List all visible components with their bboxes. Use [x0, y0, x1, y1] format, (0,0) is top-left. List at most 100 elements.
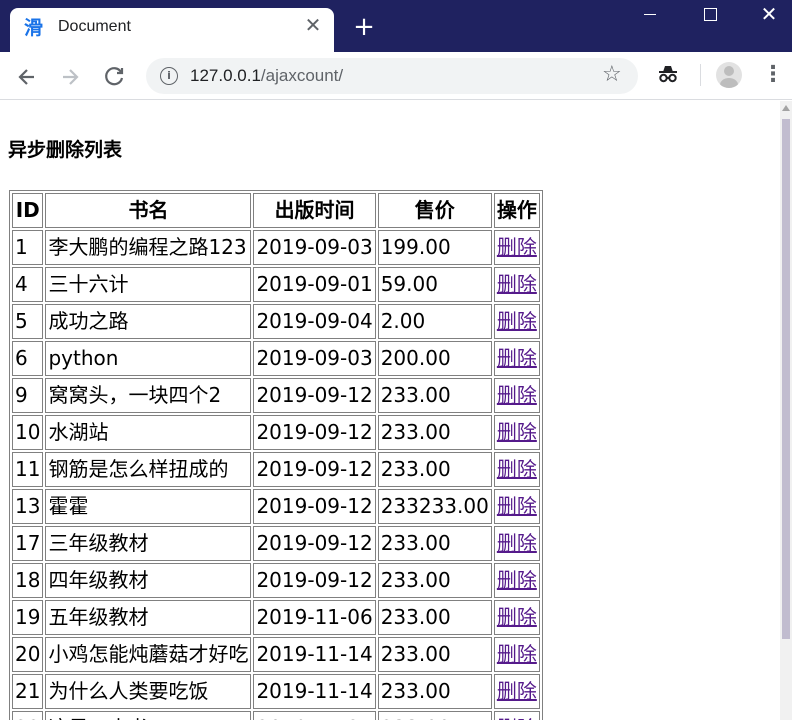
delete-link[interactable]: 删除 — [497, 494, 537, 518]
table-row: 11 钢筋是怎么样扭成的 2019-09-12 233.00 删除 — [12, 452, 540, 487]
cell-title: 水湖站 — [45, 415, 252, 450]
cell-date: 2019-09-12 — [253, 563, 376, 598]
cell-price: 233.00 — [377, 452, 492, 487]
tab-title: Document — [58, 18, 131, 35]
minimize-button[interactable] — [627, 0, 673, 30]
maximize-button[interactable] — [686, 0, 732, 30]
cell-price: 59.00 — [377, 267, 492, 302]
vertical-scrollbar[interactable] — [780, 101, 792, 720]
cell-action: 删除 — [493, 341, 540, 376]
delete-link[interactable]: 删除 — [497, 235, 537, 259]
cell-id: 20 — [12, 637, 44, 672]
table-row: 10 水湖站 2019-09-12 233.00 删除 — [12, 415, 540, 450]
cell-price: 233.00 — [377, 415, 492, 450]
cell-id: 4 — [12, 267, 44, 302]
cell-date: 2019-11-21 — [253, 711, 376, 720]
cell-price: 233.00 — [377, 378, 492, 413]
cell-date: 2019-09-12 — [253, 452, 376, 487]
cell-title: 李大鹏的编程之路123 — [45, 230, 252, 265]
incognito-icon[interactable] — [656, 62, 680, 86]
delete-link[interactable]: 删除 — [497, 346, 537, 370]
cell-date: 2019-11-06 — [253, 600, 376, 635]
delete-link[interactable]: 删除 — [497, 642, 537, 666]
cell-date: 2019-09-12 — [253, 378, 376, 413]
cell-action: 删除 — [493, 563, 540, 598]
back-button[interactable] — [12, 62, 42, 92]
cell-id: 11 — [12, 452, 44, 487]
window-close-button[interactable]: ✕ — [746, 0, 792, 30]
cell-title: python — [45, 341, 252, 376]
cell-action: 删除 — [493, 489, 540, 524]
url-host: 127.0.0.1 — [190, 66, 261, 85]
more-menu-icon[interactable]: ⋮ — [762, 64, 784, 86]
cell-price: 200.00 — [377, 341, 492, 376]
cell-id: 18 — [12, 563, 44, 598]
toolbar-separator — [700, 64, 701, 86]
cell-price: 233.00 — [377, 563, 492, 598]
cell-price: 233.00 — [377, 711, 492, 720]
site-info-icon[interactable]: i — [160, 67, 178, 85]
cell-id: 6 — [12, 341, 44, 376]
bookmark-star-icon[interactable]: ☆ — [602, 62, 622, 87]
cell-id: 22 — [12, 711, 44, 720]
browser-tab[interactable]: 滑 Document ✕ — [10, 8, 334, 52]
cell-date: 2019-09-01 — [253, 267, 376, 302]
cell-action: 删除 — [493, 304, 540, 339]
url-path: /ajaxcount/ — [260, 66, 344, 85]
cell-action: 删除 — [493, 711, 540, 720]
cell-title: 小鸡怎能炖蘑菇才好吃 — [45, 637, 252, 672]
cell-price: 233.00 — [377, 526, 492, 561]
address-bar[interactable]: i 127.0.0.1/ajaxcount/ ☆ — [146, 58, 638, 94]
delete-link[interactable]: 删除 — [497, 679, 537, 703]
table-row: 17 三年级教材 2019-09-12 233.00 删除 — [12, 526, 540, 561]
cell-action: 删除 — [493, 452, 540, 487]
cell-title: 这是一本书 — [45, 711, 252, 720]
forward-button[interactable] — [55, 62, 85, 92]
delete-link[interactable]: 删除 — [497, 457, 537, 481]
table-header-row: ID 书名 出版时间 售价 操作 — [12, 193, 540, 228]
cell-date: 2019-09-03 — [253, 341, 376, 376]
table-body: 1 李大鹏的编程之路123 2019-09-03 199.00 删除 4 三十六计 2019-… — [12, 230, 540, 720]
delete-link[interactable]: 删除 — [497, 420, 537, 444]
delete-link[interactable]: 删除 — [497, 309, 537, 333]
cell-id: 5 — [12, 304, 44, 339]
page-viewport: 异步删除列表 ID 书名 出版时间 售价 操作 1 李大鹏的编程之路123 2019… — [0, 101, 780, 720]
reload-button[interactable] — [99, 62, 129, 92]
tab-close-icon[interactable]: ✕ — [302, 14, 324, 36]
header-action: 操作 — [493, 193, 540, 228]
delete-link[interactable]: 删除 — [497, 531, 537, 555]
delete-link[interactable]: 删除 — [497, 272, 537, 296]
table-row: 4 三十六计 2019-09-01 59.00 删除 — [12, 267, 540, 302]
reload-icon — [105, 67, 124, 86]
cell-id: 17 — [12, 526, 44, 561]
profile-avatar[interactable] — [716, 62, 742, 88]
scroll-up-arrow-icon[interactable] — [782, 105, 790, 111]
delete-link[interactable]: 删除 — [497, 605, 537, 629]
cell-id: 10 — [12, 415, 44, 450]
cell-date: 2019-09-12 — [253, 415, 376, 450]
cell-title: 窝窝头，一块四个2 — [45, 378, 252, 413]
scrollbar-thumb[interactable] — [782, 119, 790, 639]
table-row: 5 成功之路 2019-09-04 2.00 删除 — [12, 304, 540, 339]
table-row: 22这是一本书2019-11-21233.00 删除 — [12, 711, 540, 720]
cell-price: 233233.00 — [377, 489, 492, 524]
cell-title: 钢筋是怎么样扭成的 — [45, 452, 252, 487]
cell-price: 233.00 — [377, 674, 492, 709]
cell-date: 2019-11-14 — [253, 637, 376, 672]
delete-link[interactable]: 删除 — [497, 568, 537, 592]
cell-title: 成功之路 — [45, 304, 252, 339]
delete-link[interactable]: 删除 — [497, 716, 537, 720]
delete-link[interactable]: 删除 — [497, 383, 537, 407]
cell-title: 为什么人类要吃饭 — [45, 674, 252, 709]
table-row: 1 李大鹏的编程之路123 2019-09-03 199.00 删除 — [12, 230, 540, 265]
cell-id: 21 — [12, 674, 44, 709]
cell-date: 2019-09-12 — [253, 489, 376, 524]
table-row: 6 python 2019-09-03 200.00 删除 — [12, 341, 540, 376]
cell-action: 删除 — [493, 637, 540, 672]
browser-titlebar: 滑 Document ✕ + ✕ — [0, 0, 792, 52]
table-row: 9 窝窝头，一块四个2 2019-09-12 233.00 删除 — [12, 378, 540, 413]
new-tab-button[interactable]: + — [351, 14, 377, 40]
header-date: 出版时间 — [253, 193, 376, 228]
forward-arrow-icon — [63, 69, 79, 85]
cell-action: 删除 — [493, 415, 540, 450]
